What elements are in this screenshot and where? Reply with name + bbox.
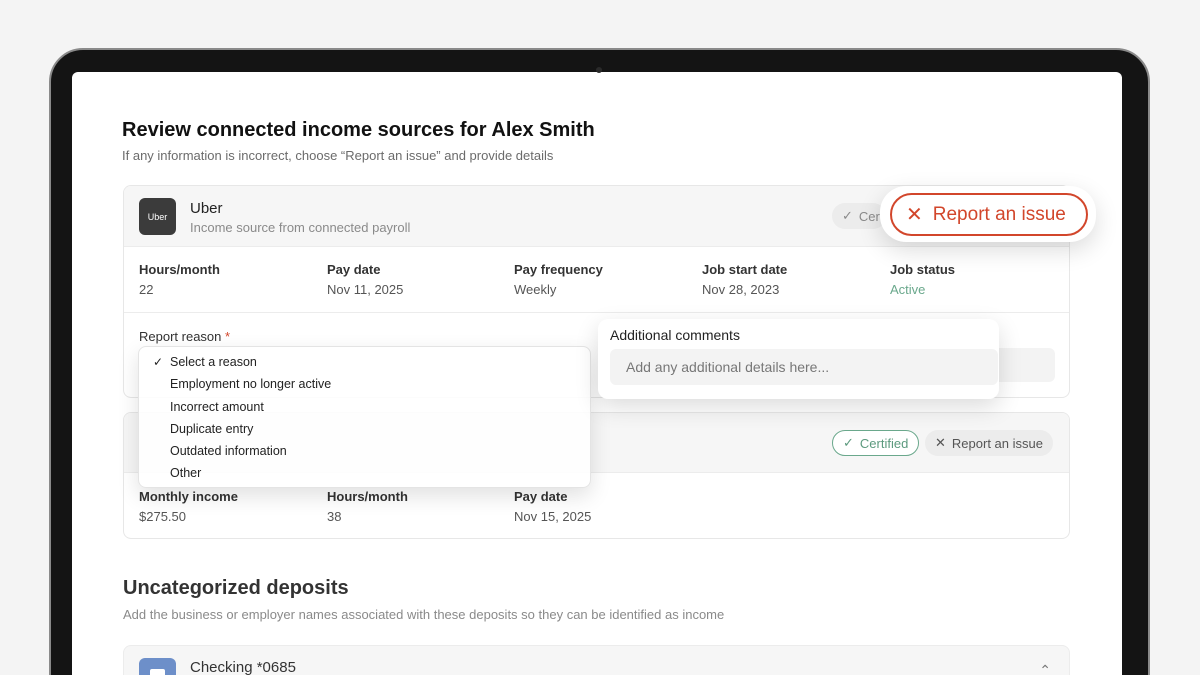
certified-badge[interactable]: ✓ Certified	[832, 430, 920, 456]
report-issue-label: Report an issue	[932, 203, 1066, 225]
check-icon: ✓	[842, 208, 853, 223]
check-icon: ✓	[843, 435, 854, 450]
field-value-job-start: Nov 28, 2023	[702, 282, 780, 297]
check-icon: ✓	[153, 355, 164, 369]
dropdown-option[interactable]: Incorrect amount	[139, 396, 590, 418]
report-issue-button[interactable]: ✕ Report an issue	[890, 193, 1088, 236]
field-label-job-status: Job status	[890, 262, 956, 277]
report-reason-dropdown[interactable]: ✓ Select a reason Employment no longer a…	[138, 346, 591, 488]
close-icon: ✕	[906, 203, 923, 226]
dropdown-option[interactable]: Outdated information	[139, 440, 590, 462]
uber-logo: Uber	[139, 198, 176, 235]
source-name: Uber	[190, 200, 223, 217]
field-value-monthly-income: $275.50	[139, 509, 186, 524]
divider	[124, 312, 1069, 313]
comments-label: Additional comments	[610, 327, 740, 343]
page-title: Review connected income sources for Alex…	[122, 119, 595, 141]
field-value-hours: 38	[327, 509, 342, 524]
chevron-up-icon[interactable]: ⌃	[1039, 662, 1051, 675]
field-value-pay-frequency: Weekly	[514, 282, 557, 297]
certified-label: Certified	[859, 435, 909, 451]
field-label-pay-date: Pay date	[327, 262, 381, 277]
field-value-hours: 22	[139, 282, 154, 297]
field-value-pay-date: Nov 15, 2025	[514, 509, 592, 524]
field-label-pay-date: Pay date	[514, 489, 568, 504]
field-label-job-start: Job start date	[702, 262, 788, 277]
field-label-hours: Hours/month	[327, 489, 408, 504]
report-issue-button[interactable]: ✕ Report an issue	[925, 430, 1053, 456]
dropdown-option[interactable]: Other	[139, 462, 590, 484]
certified-label: Cer	[858, 208, 880, 224]
account-card[interactable]: Checking *0685 ⌃	[123, 645, 1070, 675]
report-issue-label: Report an issue	[951, 435, 1043, 451]
bank-icon	[139, 658, 176, 675]
dropdown-option[interactable]: Employment no longer active	[139, 373, 590, 395]
close-icon: ✕	[935, 435, 946, 450]
dropdown-option[interactable]: ✓ Select a reason	[139, 351, 590, 373]
field-value-job-status: Active	[890, 282, 926, 297]
certified-badge[interactable]: ✓ Cer	[832, 203, 886, 229]
comments-input[interactable]	[610, 349, 998, 385]
required-mark: *	[225, 329, 231, 344]
field-label-hours: Hours/month	[139, 262, 220, 277]
dropdown-option[interactable]: Duplicate entry	[139, 418, 590, 440]
section-subtitle: Add the business or employer names assoc…	[123, 607, 725, 622]
field-value-pay-date: Nov 11, 2025	[327, 282, 404, 297]
field-label-monthly-income: Monthly income	[139, 489, 238, 504]
camera	[596, 67, 602, 73]
source-subtitle: Income source from connected payroll	[190, 220, 411, 235]
account-name: Checking *0685	[190, 659, 296, 675]
additional-comments-panel: Additional comments	[598, 319, 999, 399]
section-title: Uncategorized deposits	[123, 577, 349, 599]
page-subtitle: If any information is incorrect, choose …	[122, 148, 554, 163]
report-issue-highlight: ✕ Report an issue	[880, 186, 1096, 242]
report-reason-label: Report reason *	[139, 329, 231, 344]
field-label-pay-frequency: Pay frequency	[514, 262, 603, 277]
